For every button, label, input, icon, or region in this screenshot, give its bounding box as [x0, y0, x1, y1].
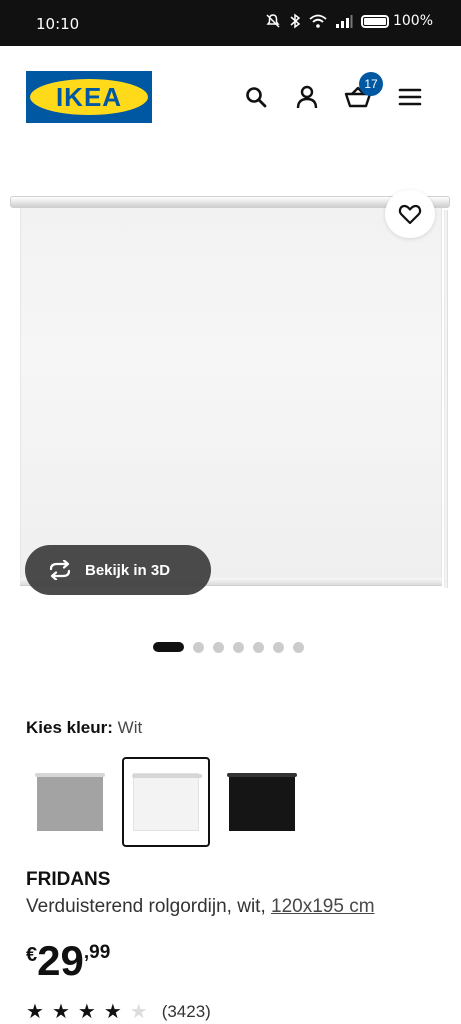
blind-fabric: [20, 208, 442, 580]
review-count: (3423): [161, 1002, 211, 1021]
bluetooth-icon: [290, 13, 301, 29]
carousel-dot[interactable]: [213, 641, 224, 653]
color-label: Kies kleur: Wit: [26, 718, 142, 738]
product-rating[interactable]: ★ ★ ★ ★ ★ (3423): [26, 1002, 211, 1022]
price-decimal: ,99: [83, 942, 111, 963]
carousel-dots: [153, 641, 304, 653]
rotate-3d-icon: [49, 560, 71, 580]
star-empty-icon: ★: [129, 1001, 148, 1023]
battery-indicator: 100%: [360, 13, 433, 29]
view-3d-label: Bekijk in 3D: [85, 561, 171, 579]
carousel-dot[interactable]: [293, 641, 304, 653]
hamburger-icon: [398, 88, 422, 106]
carousel-dot[interactable]: [193, 641, 204, 653]
battery-icon: [360, 14, 389, 28]
search-button[interactable]: [239, 80, 273, 114]
heart-icon: [398, 204, 422, 225]
price-integer: 29: [37, 937, 84, 984]
swatch-image: [227, 773, 297, 831]
product-description-text: Verduisterend rolgordijn, wit,: [26, 896, 266, 917]
product-image[interactable]: Bekijk in 3D: [0, 190, 461, 600]
swatch-roller: [227, 773, 297, 777]
star-filled-icon: ★: [26, 1001, 44, 1023]
blind-roller: [10, 196, 450, 208]
rating-stars: ★ ★ ★ ★ ★: [26, 1002, 148, 1022]
swatch-roller: [132, 774, 202, 778]
carousel-dot[interactable]: [273, 641, 284, 653]
search-icon: [246, 87, 267, 108]
carousel-dot[interactable]: [233, 641, 244, 653]
swatch-image: [35, 773, 105, 831]
star-filled-icon: ★: [77, 1001, 96, 1023]
carousel-dot[interactable]: [153, 642, 184, 652]
site-header: IKEA: [0, 46, 461, 156]
color-swatch-zwart[interactable]: [218, 757, 306, 847]
swatch-image: [132, 773, 202, 831]
user-icon: [296, 85, 318, 109]
star-filled-icon: ★: [51, 1001, 70, 1023]
signal-icon: [335, 15, 353, 28]
status-time: 10:10: [36, 15, 80, 33]
account-button[interactable]: [290, 80, 324, 114]
product-size-link[interactable]: 120x195 cm: [271, 896, 375, 917]
product-description: Verduisterend rolgordijn, wit, 120x195 c…: [26, 896, 375, 918]
ikea-logo[interactable]: IKEA: [26, 71, 152, 123]
swatch-roller: [35, 773, 105, 777]
price-currency: €: [26, 944, 38, 966]
basket-count-badge: 17: [359, 72, 383, 96]
logo-oval: IKEA: [30, 79, 148, 115]
carousel-dot[interactable]: [253, 641, 264, 653]
product-name: FRIDANS: [26, 869, 111, 890]
color-label-prefix: Kies kleur:: [26, 718, 113, 737]
wifi-icon: [309, 14, 327, 28]
menu-button[interactable]: [393, 80, 427, 114]
mute-icon: [266, 14, 280, 28]
view-3d-button[interactable]: Bekijk in 3D: [25, 545, 211, 595]
favourite-button[interactable]: [385, 190, 435, 238]
product-price: € 29 ,99: [26, 938, 110, 984]
color-selected-value: Wit: [117, 718, 143, 737]
color-swatch-wit[interactable]: [122, 757, 210, 847]
color-swatches: [26, 757, 306, 847]
battery-percent: 100%: [392, 13, 433, 29]
status-bar: 10:10 100%: [0, 0, 461, 46]
logo-text: IKEA: [55, 81, 123, 112]
blind-cord: [444, 210, 448, 588]
color-swatch-grijs[interactable]: [26, 757, 114, 847]
status-icons: 100%: [265, 13, 433, 29]
star-filled-icon: ★: [103, 1001, 122, 1023]
